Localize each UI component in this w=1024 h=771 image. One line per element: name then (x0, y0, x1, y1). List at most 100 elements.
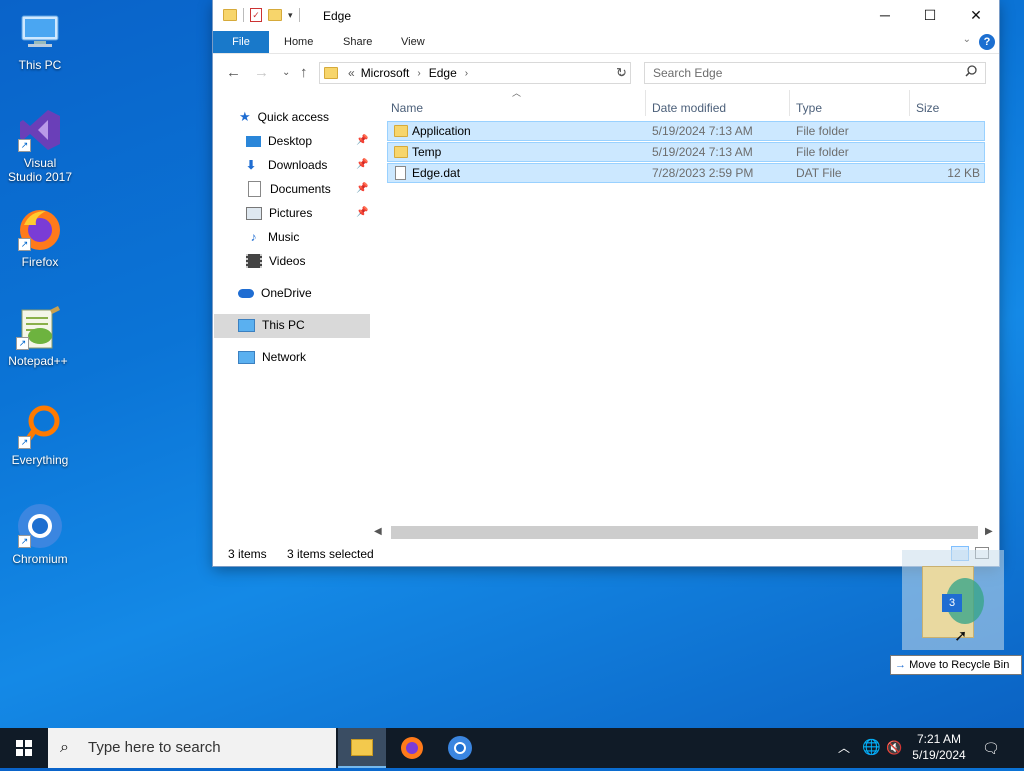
breadcrumb-edge[interactable]: Edge (429, 66, 457, 80)
volume-muted-icon[interactable]: 🔇 (886, 728, 906, 768)
drag-count-badge: 3 (942, 594, 962, 612)
film-icon (246, 254, 262, 268)
column-header-size[interactable]: Size (916, 96, 939, 120)
desktop-icon-chromium[interactable]: ↗ Chromium (0, 502, 80, 566)
address-bar[interactable]: « Microsoft › Edge › ⌄ (319, 62, 631, 84)
tab-share[interactable]: Share (343, 31, 372, 53)
desktop-icon-label: Firefox (21, 255, 59, 269)
taskbar-search-box[interactable]: ⌕ Type here to search (48, 728, 336, 768)
clock-date: 5/19/2024 (912, 748, 966, 762)
maximize-button[interactable]: ☐ (907, 0, 953, 31)
desktop-icon-notepadpp[interactable]: ↗ Notepad++ (0, 304, 78, 368)
column-header-date-modified[interactable]: Date modified (652, 96, 726, 120)
column-divider[interactable] (645, 90, 646, 116)
search-icon: ⌕ (60, 739, 69, 756)
nav-item-pictures[interactable]: Pictures 📌 (246, 201, 370, 225)
refresh-icon[interactable]: ↻ (616, 65, 627, 81)
breadcrumb-microsoft[interactable]: Microsoft (361, 66, 410, 80)
shortcut-arrow-icon: ↗ (18, 238, 31, 251)
show-hidden-icons-chevron-icon[interactable]: ︿ (838, 728, 854, 768)
taskbar-file-explorer[interactable] (338, 728, 386, 768)
pin-icon[interactable]: 📌 (356, 177, 368, 201)
drag-tooltip-text: Move to Recycle Bin (909, 659, 1010, 671)
nav-item-this-pc[interactable]: This PC (238, 313, 305, 337)
nav-item-music[interactable]: ♪ Music (246, 225, 300, 249)
column-header-type[interactable]: Type (796, 96, 822, 120)
nav-item-documents[interactable]: Documents 📌 (246, 177, 370, 201)
desktop-icon-visual-studio[interactable]: ↗ Visual Studio 2017 (0, 106, 80, 184)
taskbar-chromium[interactable] (436, 728, 484, 768)
folder-icon (394, 125, 408, 137)
everything-search-icon: ↗ (16, 403, 64, 451)
nav-item-desktop[interactable]: Desktop 📌 (246, 129, 370, 153)
nav-item-videos[interactable]: Videos (246, 249, 305, 273)
column-divider[interactable] (909, 90, 910, 116)
horizontal-scrollbar[interactable]: ◀ ▶ (374, 524, 993, 541)
pin-icon[interactable]: 📌 (356, 153, 368, 177)
forward-arrow-icon[interactable]: → (254, 64, 269, 81)
clock[interactable]: 7:21 AM 5/19/2024 (906, 728, 972, 768)
column-header-name[interactable]: Name (391, 96, 423, 120)
desktop-icon-label: This PC (18, 58, 62, 72)
customize-toolbar-chevron-icon[interactable]: ▾ (288, 10, 293, 21)
start-button[interactable] (0, 728, 48, 768)
help-icon[interactable]: ? (979, 34, 995, 50)
breadcrumb-separator-icon[interactable]: › (465, 68, 468, 79)
title-bar[interactable]: ✓ ▾ Edge ─ ☐ ✕ (213, 0, 999, 31)
file-row[interactable]: Temp 5/19/2024 7:13 AM File folder (387, 142, 985, 162)
desktop-icon-this-pc[interactable]: This PC (0, 8, 80, 72)
selected-count: 3 items selected (287, 547, 374, 561)
column-divider[interactable] (789, 90, 790, 116)
nav-label: Quick access (257, 110, 330, 124)
breadcrumb-separator-icon[interactable]: › (417, 68, 420, 79)
nav-label: Desktop (268, 134, 313, 148)
taskbar-firefox[interactable] (388, 728, 436, 768)
minimize-button[interactable]: ─ (862, 0, 908, 31)
music-note-icon: ♪ (250, 230, 257, 244)
scroll-right-icon[interactable]: ▶ (985, 526, 993, 537)
folder-icon (223, 9, 237, 21)
mouse-pointer-icon: ➚ (954, 628, 968, 645)
nav-label: OneDrive (261, 286, 312, 300)
address-row: ← → ⌄ ↑ « Microsoft › Edge › ⌄ ↻ Search … (213, 54, 999, 90)
scrollbar-thumb[interactable] (391, 526, 978, 539)
desktop-icon-firefox[interactable]: ↗ Firefox (0, 205, 80, 269)
item-count: 3 items (228, 547, 267, 561)
desktop-icon-everything[interactable]: ↗ Everything (0, 403, 80, 467)
tab-home[interactable]: Home (284, 31, 313, 53)
new-folder-icon[interactable] (268, 9, 282, 21)
expand-ribbon-chevron-icon[interactable]: ⌄ (963, 34, 971, 45)
nav-item-downloads[interactable]: ⬇ Downloads 📌 (246, 153, 370, 177)
properties-icon[interactable]: ✓ (250, 8, 262, 22)
tab-file[interactable]: File (213, 31, 269, 53)
star-icon: ★ (239, 109, 251, 124)
firefox-icon (401, 737, 423, 759)
nav-label: Network (262, 350, 307, 364)
notifications-icon[interactable]: 🗨 (982, 728, 1002, 768)
recent-locations-chevron-icon[interactable]: ⌄ (282, 67, 290, 78)
folder-icon (394, 146, 408, 158)
scroll-left-icon[interactable]: ◀ (374, 526, 382, 537)
tab-view[interactable]: View (401, 31, 425, 53)
back-arrow-icon[interactable]: ← (226, 64, 241, 81)
up-arrow-icon[interactable]: ↑ (300, 64, 308, 81)
file-size: 12 KB (947, 166, 980, 180)
file-row[interactable]: Edge.dat 7/28/2023 2:59 PM DAT File 12 K… (387, 163, 985, 183)
nav-item-quick-access[interactable]: ★ Quick access (239, 105, 329, 129)
network-globe-icon[interactable]: 🌐 (862, 728, 881, 768)
document-icon (248, 181, 261, 197)
nav-label: Pictures (269, 206, 313, 220)
pin-icon[interactable]: 📌 (356, 129, 368, 153)
file-list: ︿ Name Date modified Type Size Applicati… (387, 88, 987, 530)
close-button[interactable]: ✕ (953, 0, 999, 31)
file-date: 5/19/2024 7:13 AM (652, 124, 753, 138)
breadcrumb-overflow[interactable]: « (348, 66, 355, 80)
pin-icon[interactable]: 📌 (356, 201, 368, 225)
file-date: 7/28/2023 2:59 PM (652, 166, 754, 180)
firefox-icon: ↗ (16, 205, 64, 253)
nav-item-network[interactable]: Network (238, 345, 306, 369)
nav-item-onedrive[interactable]: OneDrive (238, 281, 312, 305)
file-row[interactable]: Application 5/19/2024 7:13 AM File folde… (387, 121, 985, 141)
search-input[interactable]: Search Edge (644, 62, 986, 84)
nav-label: Documents (270, 182, 331, 196)
